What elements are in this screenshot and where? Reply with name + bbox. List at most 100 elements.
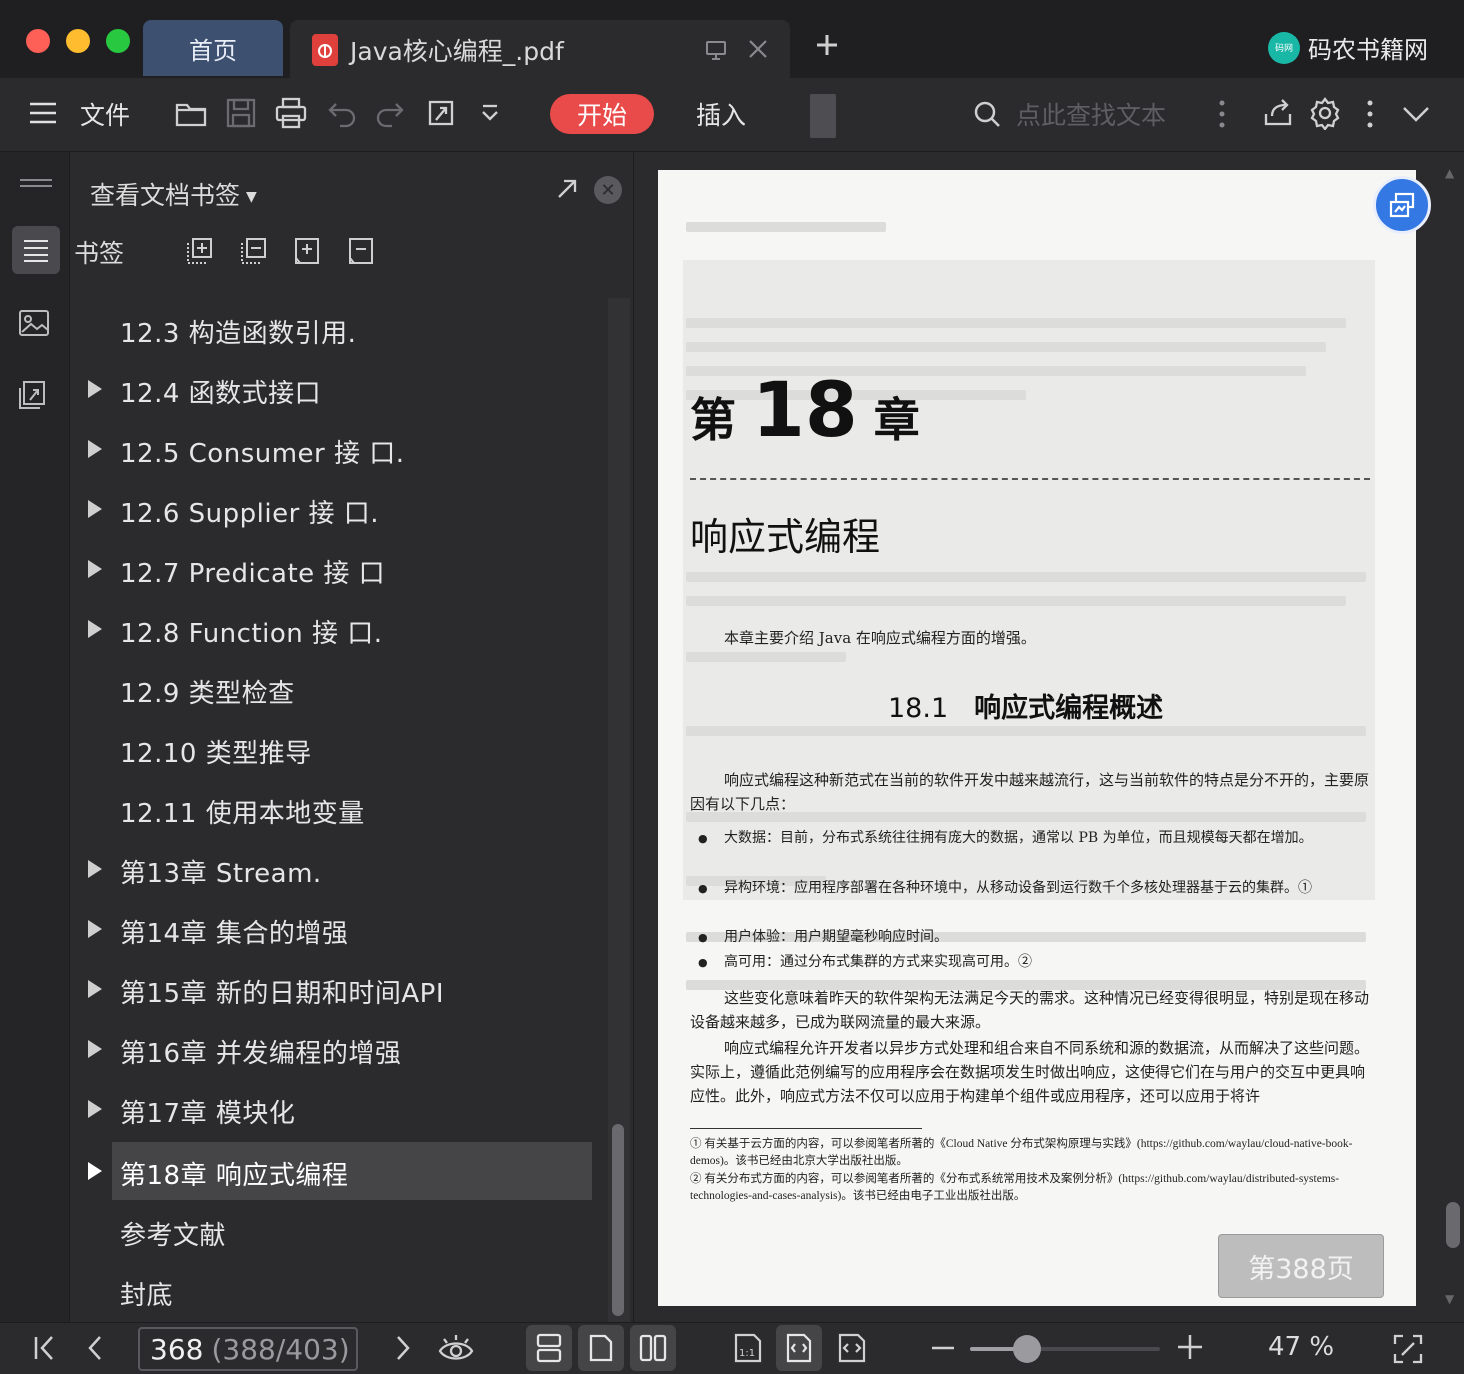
save-icon[interactable]: [224, 96, 258, 130]
add-bookmark-icon[interactable]: [292, 236, 322, 266]
document-scrollbar[interactable]: ▲ ▼: [1441, 152, 1463, 1322]
settings-gear-icon[interactable]: [1308, 96, 1342, 130]
bookmark-item[interactable]: 12.5 Consumer 接 口.: [70, 420, 610, 478]
bookmark-item[interactable]: 12.6 Supplier 接 口.: [70, 480, 610, 538]
panel-title-dropdown[interactable]: 查看文档书签 ▼: [90, 176, 257, 212]
expand-arrow-icon[interactable]: [88, 860, 102, 878]
scrollbar-thumb[interactable]: [1446, 1202, 1460, 1248]
monitor-icon[interactable]: [704, 38, 728, 62]
bookmark-item[interactable]: 第15章 新的日期和时间API: [70, 960, 610, 1018]
print-icon[interactable]: [274, 96, 308, 130]
hamburger-menu-icon[interactable]: [28, 98, 58, 128]
scrollbar-thumb[interactable]: [612, 1124, 624, 1316]
new-tab-icon[interactable]: [812, 30, 842, 60]
fullscreen-icon[interactable]: [1392, 1333, 1424, 1365]
pop-out-icon[interactable]: [554, 176, 580, 202]
bookmark-item[interactable]: 12.7 Predicate 接 口: [70, 540, 610, 598]
thumbnails-icon[interactable]: [18, 308, 50, 338]
expand-arrow-icon[interactable]: [88, 1100, 102, 1118]
bookmark-item[interactable]: 12.11 使用本地变量: [70, 780, 610, 838]
toolbar-dropdown-icon[interactable]: [478, 102, 502, 126]
file-menu[interactable]: 文件: [80, 96, 130, 132]
annotations-icon[interactable]: [18, 378, 50, 412]
expand-arrow-icon[interactable]: [88, 620, 102, 638]
bookmark-scrollbar[interactable]: [608, 298, 630, 1322]
bookmark-item[interactable]: 12.9 类型检查: [70, 660, 610, 718]
bookmark-item[interactable]: 封底: [70, 1262, 610, 1320]
minimize-window-button[interactable]: [66, 29, 90, 53]
scroll-down-icon[interactable]: ▼: [1445, 1292, 1454, 1306]
eye-protection-icon[interactable]: [438, 1331, 474, 1365]
pdf-page[interactable]: 第 18 章 响应式编程 本章主要介绍 Java 在响应式编程方面的增强。 18…: [658, 170, 1416, 1306]
previous-page-icon[interactable]: [80, 1333, 110, 1363]
rail-item-bookmarks[interactable]: [12, 226, 60, 274]
scroll-up-icon[interactable]: ▲: [1445, 166, 1454, 180]
two-page-button[interactable]: [630, 1325, 676, 1371]
expand-arrow-icon[interactable]: [88, 1040, 102, 1058]
brand-logo: 码网: [1268, 31, 1300, 64]
bookmark-item[interactable]: 参考文献: [70, 1202, 610, 1260]
open-folder-icon[interactable]: [174, 96, 208, 130]
share-icon[interactable]: [1262, 96, 1294, 128]
single-page-button[interactable]: [578, 1325, 624, 1371]
zoom-out-icon[interactable]: [930, 1335, 956, 1361]
collapse-sidebar-icon[interactable]: [20, 178, 52, 188]
export-icon[interactable]: [424, 96, 458, 130]
actual-size-icon[interactable]: 1:1: [732, 1331, 764, 1365]
close-panel-icon[interactable]: ✕: [594, 176, 622, 204]
chapter-number: 18: [752, 365, 858, 454]
more-options-icon[interactable]: [1360, 98, 1380, 130]
expand-arrow-icon[interactable]: [88, 980, 102, 998]
chapter-title: 响应式编程: [690, 515, 881, 559]
bookmark-item[interactable]: 第16章 并发编程的增强: [70, 1020, 610, 1078]
zoom-slider[interactable]: [970, 1347, 1160, 1351]
close-tab-icon[interactable]: [746, 37, 770, 61]
zoom-in-icon[interactable]: [1176, 1333, 1204, 1361]
floating-convert-button[interactable]: [1373, 176, 1431, 234]
expand-arrow-icon[interactable]: [88, 1162, 102, 1180]
tab-document[interactable]: Java核心编程_.pdf: [290, 20, 790, 78]
first-page-icon[interactable]: [30, 1333, 60, 1363]
expand-arrow-icon[interactable]: [88, 560, 102, 578]
page-number-input[interactable]: 368 (388/403): [138, 1327, 358, 1371]
bookmark-item[interactable]: 12.10 类型推导: [70, 720, 610, 778]
zoom-level[interactable]: 47 %: [1268, 1332, 1334, 1362]
fit-width-icon[interactable]: [836, 1331, 868, 1365]
expand-arrow-icon[interactable]: [88, 920, 102, 938]
bookmark-panel: 查看文档书签 ▼ ✕ 书签 12.3 构造函数引用. 12.4 函数式接口 12.…: [70, 152, 634, 1322]
collapse-toolbar-icon[interactable]: [1400, 100, 1432, 128]
next-page-icon[interactable]: [388, 1333, 418, 1363]
close-window-button[interactable]: [26, 29, 50, 53]
paragraph: 响应式编程这种新范式在当前的软件开发中越来越流行，这与当前软件的特点是分不开的，…: [690, 771, 1370, 813]
start-tab-button[interactable]: 开始: [550, 94, 654, 134]
document-viewer: 第 18 章 响应式编程 本章主要介绍 Java 在响应式编程方面的增强。 18…: [635, 152, 1464, 1322]
expand-all-icon[interactable]: [184, 236, 214, 266]
bookmark-item[interactable]: 第13章 Stream.: [70, 840, 610, 898]
fit-page-button[interactable]: [776, 1325, 822, 1371]
collapse-all-icon[interactable]: [238, 236, 268, 266]
bullet-item: 大数据：目前，分布式系统往往拥有庞大的数据，通常以 PB 为单位，而且规模每天都…: [698, 826, 1374, 851]
maximize-window-button[interactable]: [106, 29, 130, 53]
tab-home[interactable]: 首页: [143, 20, 283, 76]
bookmark-item[interactable]: 第14章 集合的增强: [70, 900, 610, 958]
expand-arrow-icon[interactable]: [88, 500, 102, 518]
faded-line: [686, 342, 1326, 352]
bookmark-item[interactable]: 第17章 模块化: [70, 1080, 610, 1138]
zoom-slider-knob[interactable]: [1013, 1335, 1041, 1363]
bookmark-item-selected[interactable]: 第18章 响应式编程: [88, 1142, 592, 1200]
continuous-scroll-button[interactable]: [526, 1325, 572, 1371]
toolbar-scroll-button[interactable]: [810, 94, 836, 138]
search-field[interactable]: 点此查找文本: [972, 96, 1166, 132]
bookmark-item[interactable]: 12.4 函数式接口: [70, 360, 610, 418]
more-vertical-icon[interactable]: [1212, 98, 1232, 130]
redo-icon[interactable]: [374, 96, 406, 130]
brand[interactable]: 码网 码农书籍网: [1268, 30, 1428, 65]
expand-arrow-icon[interactable]: [88, 380, 102, 398]
bookmark-item[interactable]: 12.3 构造函数引用.: [70, 300, 610, 358]
remove-bookmark-icon[interactable]: [346, 236, 376, 266]
bookmark-item[interactable]: 12.8 Function 接 口.: [70, 600, 610, 658]
insert-tab-button[interactable]: 插入: [696, 96, 746, 132]
section-heading: 18.1 响应式编程概述: [888, 686, 1163, 725]
expand-arrow-icon[interactable]: [88, 440, 102, 458]
undo-icon[interactable]: [326, 96, 358, 130]
